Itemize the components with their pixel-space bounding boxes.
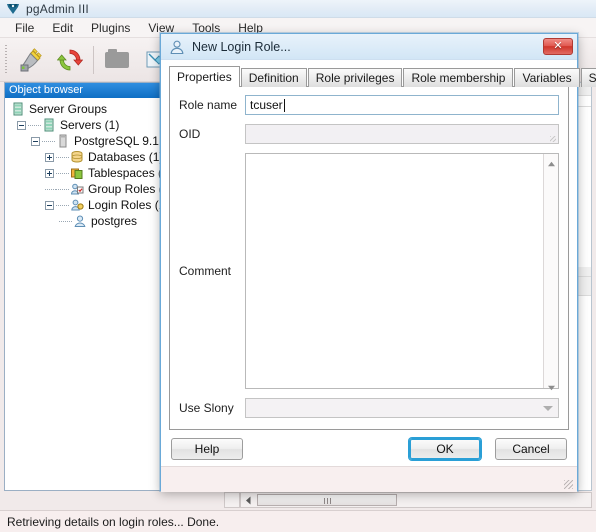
menu-item-plugins[interactable]: Plugins (82, 20, 139, 36)
tree-twisty-minus[interactable] (31, 136, 40, 146)
close-icon[interactable]: ✕ (543, 38, 573, 55)
window-title-text: pgAdmin III (26, 1, 89, 16)
comment-vertical-scrollbar[interactable] (543, 154, 558, 391)
tree-item-label: Login Roles (1) (88, 198, 170, 212)
tree-twisty-plus[interactable] (45, 168, 54, 178)
window-title-bar: pgAdmin III (0, 0, 596, 18)
database-icon (70, 150, 84, 164)
tab-definition[interactable]: Definition (240, 68, 307, 87)
tree-dots (28, 124, 42, 126)
cancel-button[interactable]: Cancel (495, 438, 567, 460)
scroll-up-arrow-icon[interactable] (547, 156, 556, 167)
dialog-tab-strip: Properties Definition Role privileges Ro… (169, 66, 596, 87)
tree-item-label: Servers (1) (60, 118, 120, 132)
dialog-button-bar: Help OK Cancel (161, 432, 577, 466)
login-roles-icon (70, 198, 84, 212)
tree-twisty-plus[interactable] (45, 152, 54, 162)
tab-sql[interactable]: SQL (580, 68, 596, 87)
comment-label: Comment (179, 264, 232, 278)
horizontal-scrollbar[interactable] (240, 492, 592, 508)
help-button[interactable]: Help (171, 438, 243, 460)
refresh-icon[interactable] (51, 41, 89, 79)
role-icon (73, 214, 87, 228)
use-slony-label: Use Slony (179, 401, 234, 415)
role-name-row: Role name tcuser (179, 95, 559, 115)
tree-item-label: Databases (1) (88, 150, 164, 164)
tab-variables[interactable]: Variables (514, 68, 580, 87)
tree-dots (42, 140, 56, 142)
properties-tab-panel: Role name tcuser OID Comment Use Slony (169, 86, 569, 430)
comment-row: Comment (179, 153, 559, 391)
tree-twisty-minus[interactable] (45, 200, 54, 210)
tree-dots (56, 172, 70, 174)
tree-item-label: Server Groups (29, 102, 108, 116)
status-bar-text: Retrieving details on login roles... Don… (7, 514, 220, 529)
role-name-value: tcuser (250, 98, 283, 112)
group-roles-icon (70, 182, 84, 196)
dialog-body: Properties Definition Role privileges Ro… (161, 60, 596, 492)
tab-role-privileges[interactable]: Role privileges (307, 68, 403, 87)
ok-button[interactable]: OK (409, 438, 481, 460)
tablespace-icon (70, 166, 84, 180)
tree-item-label: postgres (91, 214, 138, 228)
properties-icon[interactable] (98, 41, 136, 79)
role-name-label: Role name (179, 98, 238, 112)
tab-role-membership[interactable]: Role membership (403, 68, 514, 87)
tree-twisty-minus[interactable] (17, 120, 26, 130)
oid-input (245, 124, 559, 144)
tree-dots (56, 156, 70, 158)
toolbar-separator (93, 45, 94, 74)
dialog-title-text: New Login Role... (192, 39, 291, 54)
dialog-title-bar[interactable]: New Login Role... ✕ (161, 34, 577, 60)
pane-scroll-corner (224, 492, 240, 508)
toolbar-drag-handle[interactable] (2, 44, 10, 75)
pgadmin-logo-icon (6, 2, 20, 15)
tab-properties[interactable]: Properties (169, 66, 240, 87)
scroll-left-arrow-icon[interactable] (241, 493, 255, 507)
server-icon (56, 134, 70, 148)
dialog-footer (161, 466, 577, 492)
use-slony-select[interactable] (245, 398, 559, 418)
use-slony-row: Use Slony (179, 398, 559, 418)
oid-label: OID (179, 127, 201, 141)
tree-dots (59, 220, 73, 222)
role-name-input[interactable]: tcuser (245, 95, 559, 115)
server-group-icon (11, 102, 25, 116)
scroll-down-arrow-icon[interactable] (547, 380, 556, 391)
connect-server-icon[interactable] (13, 41, 51, 79)
tree-dots (56, 204, 70, 206)
menu-item-edit[interactable]: Edit (43, 20, 82, 36)
menu-item-file[interactable]: File (6, 20, 43, 36)
tree-dots (56, 188, 70, 190)
resize-grip-icon[interactable] (564, 480, 573, 489)
application-window: pgAdmin III File Edit Plugins View Tools… (0, 0, 596, 532)
comment-value[interactable] (246, 154, 543, 388)
horizontal-scrollbar-thumb[interactable] (257, 494, 397, 506)
user-role-icon (169, 39, 185, 55)
new-login-role-dialog: New Login Role... ✕ Properties Definitio… (160, 33, 596, 492)
tree-item-label: Tablespaces (2 (88, 166, 169, 180)
tree-dots (45, 188, 56, 190)
chevron-down-icon[interactable] (543, 405, 553, 411)
oid-row: OID (179, 124, 559, 144)
servers-icon (42, 118, 56, 132)
comment-textarea[interactable] (245, 153, 559, 391)
status-bar: Retrieving details on login roles... Don… (0, 510, 596, 532)
text-caret (283, 98, 285, 112)
